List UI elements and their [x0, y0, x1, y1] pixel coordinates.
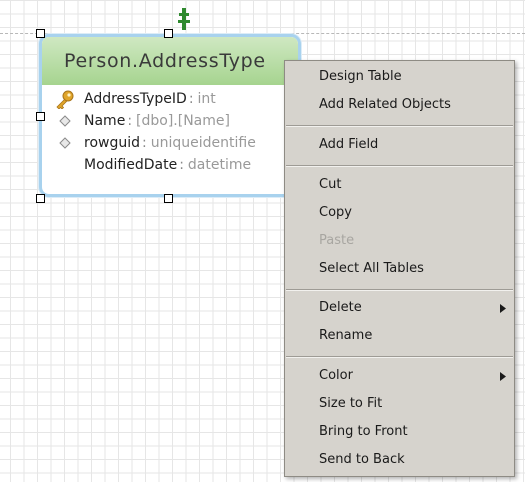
menu-item-delete[interactable]: Delete — [285, 296, 514, 320]
field-name: Name — [84, 113, 126, 129]
field-separator: : — [179, 157, 184, 173]
submenu-arrow-icon — [500, 372, 506, 381]
menu-item-select-all-tables[interactable]: Select All Tables — [285, 257, 514, 281]
menu-item-size-to-fit[interactable]: Size to Fit — [285, 392, 514, 416]
menu-item-label: Cut — [319, 177, 342, 192]
menu-separator — [286, 356, 513, 358]
menu-item-label: Bring to Front — [319, 424, 408, 439]
menu-item-label: Send to Back — [319, 452, 405, 467]
table-header[interactable]: Person.AddressType — [42, 37, 298, 85]
menu-item-cut[interactable]: Cut — [285, 173, 514, 197]
menu-separator — [286, 165, 513, 167]
menu-item-paste: Paste — [285, 229, 514, 253]
field-separator: : — [188, 91, 194, 107]
resize-handle-bottom-left[interactable] — [36, 194, 45, 203]
field-type: [dbo].[Name] — [136, 113, 230, 129]
menu-item-add-field[interactable]: Add Field — [285, 133, 514, 157]
field-separator: : — [127, 113, 133, 129]
field-name: AddressTypeID — [84, 91, 187, 107]
menu-item-label: Select All Tables — [319, 261, 424, 276]
menu-item-label: Rename — [319, 328, 373, 343]
menu-item-design-table[interactable]: Design Table — [285, 65, 514, 89]
design-canvas[interactable]: Person.AddressType AddressTypeID : int N… — [0, 0, 525, 482]
menu-item-color[interactable]: Color — [285, 364, 514, 388]
menu-item-label: Design Table — [319, 69, 402, 84]
table-title: Person.AddressType — [64, 50, 266, 72]
menu-separator — [286, 125, 513, 127]
field-type: int — [197, 91, 216, 107]
field-row[interactable]: ModifiedDate : datetime — [42, 154, 298, 176]
field-separator: : — [142, 135, 147, 151]
table-entity[interactable]: Person.AddressType AddressTypeID : int N… — [39, 34, 301, 197]
field-row[interactable]: rowguid : uniqueidentifie — [42, 132, 298, 154]
field-row[interactable]: AddressTypeID : int — [42, 88, 298, 110]
menu-item-label: Add Related Objects — [319, 97, 451, 112]
field-row[interactable]: Name : [dbo].[Name] — [42, 110, 298, 132]
context-menu: Design Table Add Related Objects Add Fie… — [284, 60, 515, 477]
field-name: ModifiedDate — [84, 157, 178, 173]
field-name: rowguid — [84, 135, 140, 151]
resize-handle-middle-left[interactable] — [36, 112, 45, 121]
menu-item-rename[interactable]: Rename — [285, 324, 514, 348]
menu-item-label: Add Field — [319, 137, 379, 152]
menu-item-label: Color — [319, 368, 353, 383]
diamond-icon — [54, 137, 76, 149]
menu-item-copy[interactable]: Copy — [285, 201, 514, 225]
menu-item-label: Delete — [319, 300, 362, 315]
submenu-arrow-icon — [500, 304, 506, 313]
field-type: uniqueidentifie — [150, 135, 256, 151]
menu-separator — [286, 289, 513, 291]
diamond-icon — [54, 115, 76, 127]
resize-handle-bottom-middle[interactable] — [164, 194, 173, 203]
menu-item-label: Paste — [319, 233, 355, 248]
menu-item-bring-to-front[interactable]: Bring to Front — [285, 420, 514, 444]
field-type: datetime — [187, 157, 252, 173]
key-icon — [54, 89, 76, 109]
menu-item-send-to-back[interactable]: Send to Back — [285, 448, 514, 472]
field-list: AddressTypeID : int Name : [dbo].[Name] … — [42, 85, 298, 176]
menu-item-label: Copy — [319, 205, 352, 220]
move-anchor-icon[interactable] — [178, 8, 190, 30]
resize-handle-top-left[interactable] — [36, 29, 45, 38]
resize-handle-top-middle[interactable] — [164, 29, 173, 38]
menu-item-add-related-objects[interactable]: Add Related Objects — [285, 93, 514, 117]
menu-item-label: Size to Fit — [319, 396, 383, 411]
